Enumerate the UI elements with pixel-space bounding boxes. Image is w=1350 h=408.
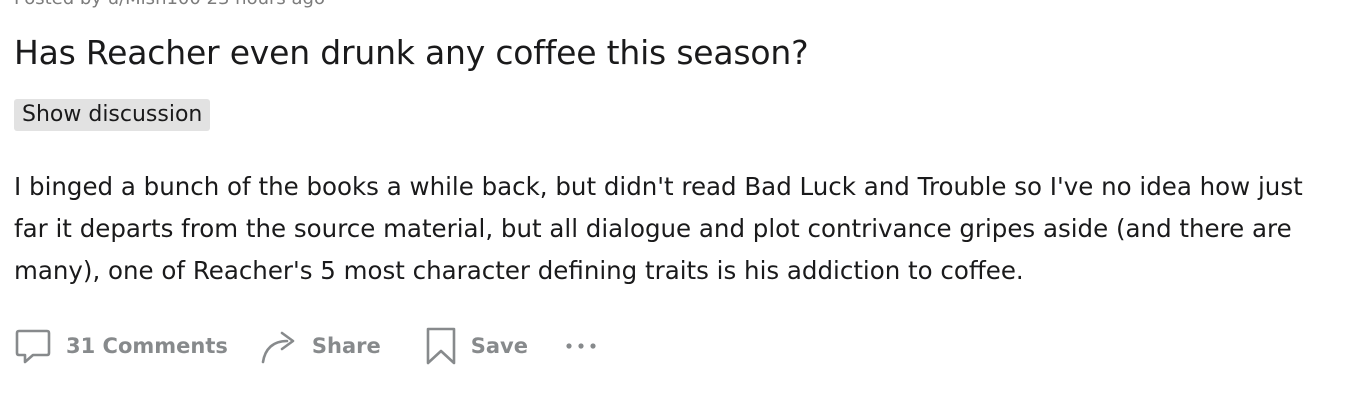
comments-button[interactable]: 31 Comments <box>14 320 228 372</box>
show-discussion-button[interactable]: Show discussion <box>14 99 211 131</box>
save-button[interactable]: Save <box>425 320 528 372</box>
comment-bubble-icon <box>14 327 52 365</box>
post-body: I binged a bunch of the books a while ba… <box>14 172 1303 285</box>
save-label: Save <box>470 334 528 358</box>
post-action-bar: 31 Comments Share Save <box>14 320 598 372</box>
share-button[interactable]: Share <box>260 320 381 372</box>
more-dots-icon <box>564 340 598 352</box>
share-arrow-icon <box>260 327 298 365</box>
share-label: Share <box>311 334 381 358</box>
more-options-button[interactable] <box>564 320 598 372</box>
post-title[interactable]: Has Reacher even drunk any coffee this s… <box>14 30 809 76</box>
comments-count-label: 31 Comments <box>66 334 228 358</box>
post-meta: Posted by u/Mish100 23 hours ago <box>14 0 325 10</box>
bookmark-icon <box>425 326 457 366</box>
post-card: Posted by u/Mish100 23 hours ago Has Rea… <box>14 0 1344 408</box>
